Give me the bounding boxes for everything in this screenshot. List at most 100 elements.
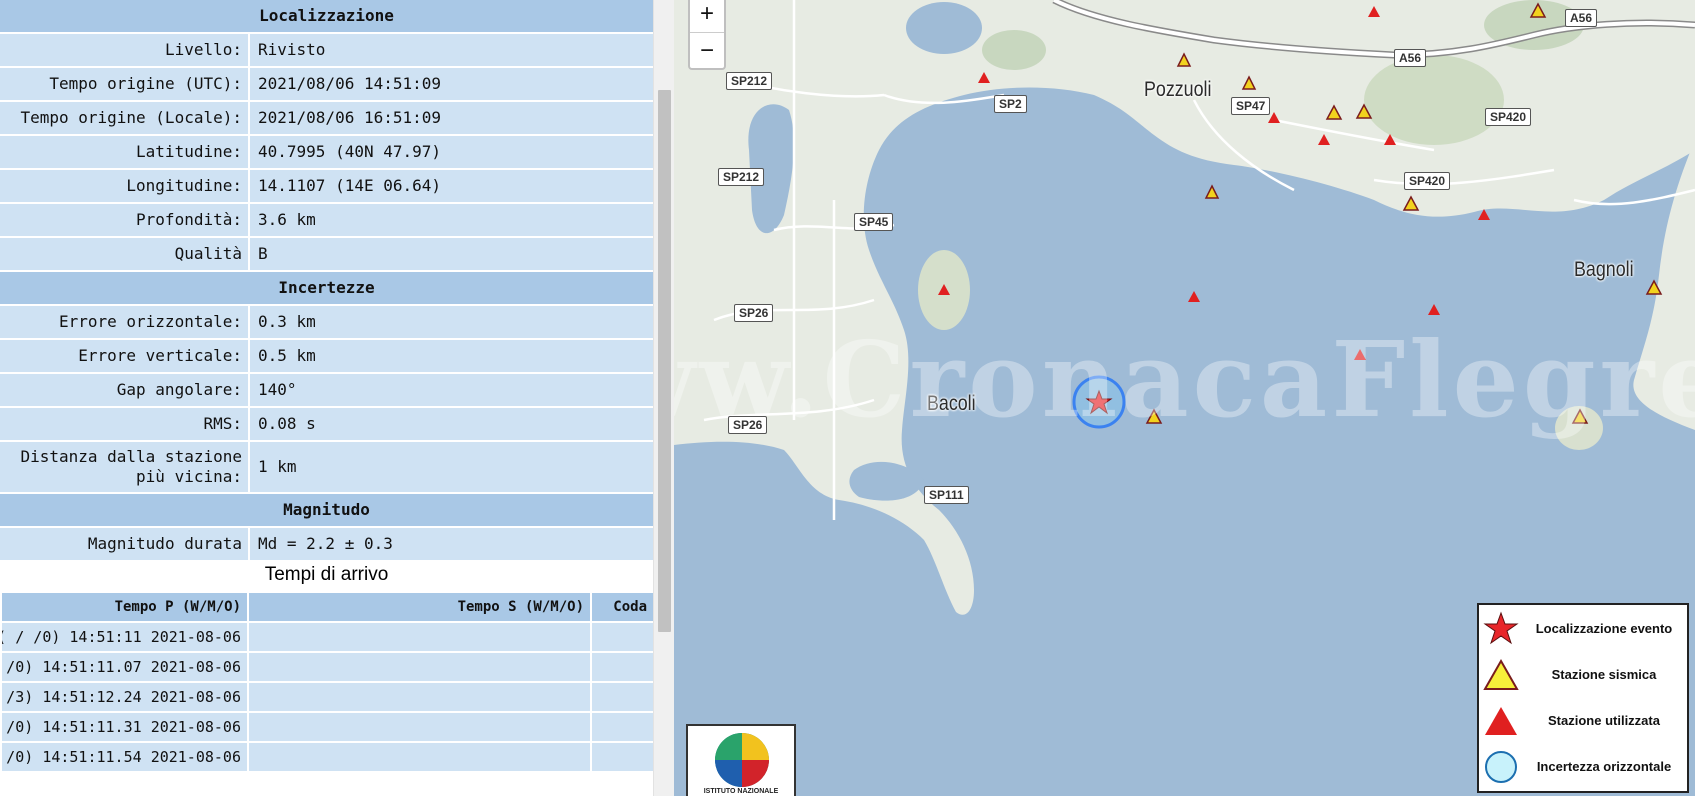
row-longitudine: Longitudine: 14.1107 (14E 06.64): [0, 170, 653, 202]
row-livello: Livello: Rivisto: [0, 34, 653, 66]
map-legend: Localizzazione evento Stazione sismica S…: [1477, 603, 1689, 793]
event-details-panel[interactable]: Localizzazione Livello: Rivisto Tempo or…: [0, 0, 653, 796]
section-header-incertezze: Incertezze: [0, 272, 653, 304]
tempo-s-cell: [247, 711, 592, 743]
tempo-p-cell: 2021-08-06 14:51:11 (0/ / ): [0, 621, 249, 653]
zoom-control: + −: [688, 0, 726, 70]
coda-cell: [590, 681, 653, 713]
coda-cell: [590, 741, 653, 773]
coda-cell: [590, 651, 653, 683]
place-label-bagnoli: Bagnoli: [1574, 258, 1634, 281]
tempo-p-cell: 2021-08-06 14:51:11.31 (0/ / ): [0, 711, 249, 743]
row-distanza-stazione: Distanza dalla stazione più vicina: 1 km: [0, 442, 653, 492]
road-label-sp111: SP111: [924, 486, 969, 504]
triangle-icon: [1483, 658, 1519, 690]
label-line: più vicina:: [136, 467, 242, 486]
used-station-icon[interactable]: [1188, 291, 1200, 302]
row-rms: RMS: 0.08 s: [0, 408, 653, 440]
coda-cell: [590, 621, 653, 653]
road-label-sp212: SP212: [718, 168, 765, 186]
globe-logo-icon: [715, 733, 769, 787]
legend-item-uncertainty: Incertezza orizzontale: [1479, 747, 1687, 787]
circle-icon: [1485, 751, 1517, 783]
row-label: Qualità: [0, 238, 250, 270]
land-area-east: [1633, 140, 1695, 430]
road-label-a56: A56: [1565, 9, 1598, 27]
row-value: Md = 2.2 ± 0.3: [258, 534, 393, 553]
used-station-icon[interactable]: [1478, 209, 1490, 220]
row-errore-verticale: Errore verticale: 0.5 km: [0, 340, 653, 372]
row-value: 14.1107 (14E 06.64): [258, 176, 442, 195]
road-label-sp45: SP45: [854, 213, 894, 231]
row-latitudine: Latitudine: 40.7995 (40N 47.97): [0, 136, 653, 168]
row-label: Livello:: [0, 34, 250, 66]
road-label-sp2: SP2: [994, 95, 1027, 113]
row-label: Gap angolare:: [0, 374, 250, 406]
row-value: 140°: [258, 380, 297, 399]
legend-label: Incertezza orizzontale: [1536, 759, 1672, 774]
legend-item-used: Stazione utilizzata: [1479, 701, 1687, 741]
used-station-icon[interactable]: [1428, 304, 1440, 315]
table-row: 2021-08-06 14:51:12.24 (3/ / ): [0, 681, 653, 713]
table-row: 2021-08-06 14:51:11.31 (0/ / ): [0, 711, 653, 743]
map-view[interactable]: SP212 SP212 SP2 SP45 SP26 SP26 SP111 SP4…: [674, 0, 1695, 796]
arrival-header-row: Tempo P (W/M/O) Tempo S (W/M/O) Coda: [0, 591, 653, 623]
section-header-localizzazione: Localizzazione: [0, 0, 653, 32]
logo-text: ISTITUTO NAZIONALE: [703, 788, 779, 795]
zoom-in-button[interactable]: +: [690, 0, 724, 33]
row-qualita: Qualità B: [0, 238, 653, 270]
scrollbar-thumb[interactable]: [658, 90, 671, 632]
panel-scrollbar[interactable]: [653, 0, 674, 796]
row-label: RMS:: [0, 408, 250, 440]
row-label: Profondità:: [0, 204, 250, 236]
event-info-table: Localizzazione Livello: Rivisto Tempo or…: [0, 0, 653, 562]
legend-label: Localizzazione evento: [1535, 621, 1673, 636]
road-label-sp420: SP420: [1404, 172, 1451, 190]
coda-cell: [590, 711, 653, 743]
used-station-icon[interactable]: [1354, 349, 1366, 360]
col-header-tempo-s: Tempo S (W/M/O): [247, 591, 592, 623]
table-row: 2021-08-06 14:51:11.54 (0/ / ): [0, 741, 653, 773]
hill: [982, 30, 1046, 70]
road-label-sp26: SP26: [734, 304, 774, 322]
row-value: 2021/08/06 16:51:09: [258, 108, 442, 127]
road-label-sp420: SP420: [1485, 108, 1532, 126]
row-profondita: Profondità: 3.6 km: [0, 204, 653, 236]
legend-item-station: Stazione sismica: [1479, 655, 1687, 695]
row-value: 3.6 km: [258, 210, 316, 229]
lake: [906, 2, 982, 54]
row-value: 40.7995 (40N 47.97): [258, 142, 442, 161]
col-header-tempo-p: Tempo P (W/M/O): [0, 591, 249, 623]
row-errore-orizzontale: Errore orizzontale: 0.3 km: [0, 306, 653, 338]
road-label-a56: A56: [1394, 49, 1427, 67]
road-label-sp47: SP47: [1231, 97, 1271, 115]
row-value: B: [258, 244, 268, 263]
arrival-times-table: Tempo P (W/M/O) Tempo S (W/M/O) Coda 202…: [0, 591, 653, 773]
legend-item-event: Localizzazione evento: [1479, 609, 1687, 649]
zoom-out-button[interactable]: −: [690, 33, 724, 69]
table-row: 2021-08-06 14:51:11 (0/ / ): [0, 621, 653, 653]
table-row: 2021-08-06 14:51:11.07 (0/ / ): [0, 651, 653, 683]
tempo-s-cell: [247, 741, 592, 773]
row-value: 1 km: [258, 457, 297, 476]
arrival-times-title: Tempi di arrivo: [264, 564, 389, 585]
row-label: Distanza dalla stazione più vicina:: [0, 442, 250, 492]
row-magnitudo-durata: Magnitudo durata Md = 2.2 ± 0.3: [0, 528, 653, 560]
tempo-p-cell: 2021-08-06 14:51:12.24 (3/ / ): [0, 681, 249, 713]
place-label-pozzuoli: Pozzuoli: [1144, 78, 1212, 101]
col-header-coda: Coda: [590, 591, 653, 623]
row-label: Latitudine:: [0, 136, 250, 168]
tempo-s-cell: [247, 651, 592, 683]
tempo-p-cell: 2021-08-06 14:51:11.07 (0/ / ): [0, 651, 249, 683]
legend-label: Stazione utilizzata: [1548, 713, 1660, 728]
star-icon: [1483, 611, 1519, 645]
row-label: Magnitudo durata: [0, 528, 250, 560]
row-label: Tempo origine (UTC):: [0, 68, 250, 100]
station-icon[interactable]: [1145, 408, 1163, 424]
row-label: Longitudine:: [0, 170, 250, 202]
tempo-s-cell: [247, 621, 592, 653]
ingv-logo[interactable]: ISTITUTO NAZIONALE: [686, 724, 796, 796]
station-icon[interactable]: [1204, 184, 1220, 199]
section-header-magnitudo: Magnitudo: [0, 494, 653, 526]
road-label-sp212: SP212: [726, 72, 773, 90]
